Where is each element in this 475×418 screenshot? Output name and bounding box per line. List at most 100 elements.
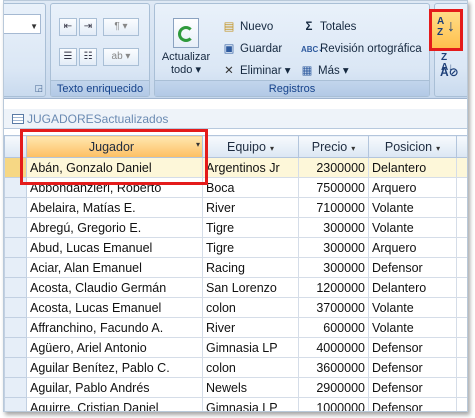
cell-posicion[interactable]: Volante xyxy=(368,317,457,338)
cell-jugador[interactable]: Abelaira, Matías E. xyxy=(26,197,203,218)
cell-overflow[interactable] xyxy=(456,237,467,258)
totals-button[interactable]: Σ Totales xyxy=(301,18,357,36)
cell-equipo[interactable]: colon xyxy=(202,357,299,378)
table-row[interactable]: Aguirre, Cristian Daniel Gimnasia LP 100… xyxy=(4,397,467,411)
row-selector[interactable] xyxy=(4,157,27,178)
sort-indicator-icon[interactable]: ▾ xyxy=(196,140,200,149)
row-selector[interactable] xyxy=(4,237,27,258)
cell-overflow[interactable] xyxy=(456,377,467,398)
cell-jugador[interactable]: Aguirre, Cristian Daniel xyxy=(26,397,203,411)
cell-equipo[interactable]: River xyxy=(202,197,299,218)
cell-posicion[interactable]: Delantero xyxy=(368,277,457,298)
cell-equipo[interactable]: River xyxy=(202,317,299,338)
new-record-button[interactable]: ▤ Nuevo xyxy=(221,18,274,36)
row-selector[interactable] xyxy=(4,357,27,378)
cell-jugador[interactable]: Affranchino, Facundo A. xyxy=(26,317,203,338)
cell-precio[interactable]: 4000000 xyxy=(298,337,369,358)
table-row[interactable]: Aguilar Benítez, Pablo C. colon 3600000 … xyxy=(4,357,467,378)
cell-precio[interactable]: 1200000 xyxy=(298,277,369,298)
row-selector[interactable] xyxy=(4,397,27,411)
cell-overflow[interactable] xyxy=(456,357,467,378)
cell-overflow[interactable] xyxy=(456,157,467,178)
cell-overflow[interactable] xyxy=(456,317,467,338)
cell-posicion[interactable]: Volante xyxy=(368,217,457,238)
cell-jugador[interactable]: Abbondanzieri, Roberto xyxy=(26,177,203,198)
more-button[interactable]: ▦ Más ▾ xyxy=(299,62,349,80)
cell-posicion[interactable]: Volante xyxy=(368,197,457,218)
cell-overflow[interactable] xyxy=(456,277,467,298)
cell-posicion[interactable]: Defensor xyxy=(368,397,457,411)
cell-equipo[interactable]: Gimnasia LP xyxy=(202,397,299,411)
row-selector[interactable] xyxy=(4,337,27,358)
cell-overflow[interactable] xyxy=(456,257,467,278)
cell-equipo[interactable]: Argentinos Jr xyxy=(202,157,299,178)
column-header-jugador[interactable]: Jugador ▾ xyxy=(26,135,203,158)
cell-overflow[interactable] xyxy=(456,197,467,218)
cell-overflow[interactable] xyxy=(456,177,467,198)
dropdown-arrow-icon[interactable]: ▾ xyxy=(436,144,440,153)
cell-jugador[interactable]: Aciar, Alan Emanuel xyxy=(26,257,203,278)
row-selector[interactable] xyxy=(4,177,27,198)
table-row[interactable]: Aguilar, Pablo Andrés Newels 2900000 Def… xyxy=(4,377,467,398)
table-row[interactable]: Acosta, Claudio Germán San Lorenzo 12000… xyxy=(4,277,467,298)
cell-precio[interactable]: 300000 xyxy=(298,217,369,238)
cell-jugador[interactable]: Acosta, Claudio Germán xyxy=(26,277,203,298)
clear-sort-icon[interactable]: A⊘ xyxy=(440,65,459,79)
table-row[interactable]: Affranchino, Facundo A. River 600000 Vol… xyxy=(4,317,467,338)
cell-jugador[interactable]: Aguilar Benítez, Pablo C. xyxy=(26,357,203,378)
table-row[interactable]: Abud, Lucas Emanuel Tigre 300000 Arquero xyxy=(4,237,467,258)
cell-equipo[interactable]: Gimnasia LP xyxy=(202,337,299,358)
cell-posicion[interactable]: Defensor xyxy=(368,357,457,378)
cell-posicion[interactable]: Arquero xyxy=(368,177,457,198)
column-header-posicion[interactable]: Posicion ▾ xyxy=(368,135,457,158)
cell-equipo[interactable]: colon xyxy=(202,297,299,318)
bullet-list-icon[interactable]: ☷ xyxy=(79,48,97,66)
cell-jugador[interactable]: Abregú, Gregorio E. xyxy=(26,217,203,238)
table-row[interactable]: Abelaira, Matías E. River 7100000 Volant… xyxy=(4,197,467,218)
cell-jugador[interactable]: Aguilar, Pablo Andrés xyxy=(26,377,203,398)
cell-precio[interactable]: 1000000 xyxy=(298,397,369,411)
cell-posicion[interactable]: Defensor xyxy=(368,337,457,358)
table-row[interactable]: Abregú, Gregorio E. Tigre 300000 Volante xyxy=(4,217,467,238)
cell-precio[interactable]: 7500000 xyxy=(298,177,369,198)
cell-precio[interactable]: 3600000 xyxy=(298,357,369,378)
increase-indent-icon[interactable]: ⇥ xyxy=(79,18,97,36)
refresh-all-button[interactable]: Actualizar todo ▾ xyxy=(157,18,215,77)
cell-jugador[interactable]: Abud, Lucas Emanuel xyxy=(26,237,203,258)
column-header-overflow[interactable] xyxy=(456,135,467,158)
cell-jugador[interactable]: Abán, Gonzalo Daniel xyxy=(26,157,203,178)
cell-jugador[interactable]: Acosta, Lucas Emanuel xyxy=(26,297,203,318)
cell-equipo[interactable]: Tigre xyxy=(202,237,299,258)
cell-posicion[interactable]: Defensor xyxy=(368,257,457,278)
save-button[interactable]: ▣ Guardar xyxy=(221,40,283,58)
dropdown-arrow-icon[interactable]: ▾ xyxy=(351,144,355,153)
cell-equipo[interactable]: Boca xyxy=(202,177,299,198)
dropdown-arrow-icon[interactable]: ▾ xyxy=(270,144,274,153)
row-selector[interactable] xyxy=(4,277,27,298)
cell-posicion[interactable]: Volante xyxy=(368,297,457,318)
font-size-dropdown[interactable]: ▼ xyxy=(4,14,41,34)
cell-precio[interactable]: 3700000 xyxy=(298,297,369,318)
cell-precio[interactable]: 600000 xyxy=(298,317,369,338)
sort-ascending-button[interactable]: AZ ↓ xyxy=(429,9,463,51)
row-selector[interactable] xyxy=(4,217,27,238)
cell-precio[interactable]: 2900000 xyxy=(298,377,369,398)
cell-precio[interactable]: 2300000 xyxy=(298,157,369,178)
delete-button[interactable]: ✕ Eliminar ▾ xyxy=(221,62,290,80)
select-all-cell[interactable] xyxy=(4,135,27,158)
cell-equipo[interactable]: San Lorenzo xyxy=(202,277,299,298)
cell-overflow[interactable] xyxy=(456,217,467,238)
decrease-indent-icon[interactable]: ⇤ xyxy=(59,18,77,36)
column-header-equipo[interactable]: Equipo ▾ xyxy=(202,135,299,158)
row-selector[interactable] xyxy=(4,297,27,318)
column-header-precio[interactable]: Precio ▾ xyxy=(298,135,369,158)
table-row[interactable]: Aciar, Alan Emanuel Racing 300000 Defens… xyxy=(4,257,467,278)
row-selector[interactable] xyxy=(4,197,27,218)
highlight-color-icon[interactable]: ab ▾ xyxy=(103,48,139,66)
cell-equipo[interactable]: Tigre xyxy=(202,217,299,238)
table-tab[interactable]: JUGADORESactualizados xyxy=(4,109,467,129)
table-row[interactable]: Abán, Gonzalo Daniel Argentinos Jr 23000… xyxy=(4,157,467,178)
cell-overflow[interactable] xyxy=(456,397,467,411)
cell-jugador[interactable]: Agüero, Ariel Antonio xyxy=(26,337,203,358)
cell-posicion[interactable]: Delantero xyxy=(368,157,457,178)
